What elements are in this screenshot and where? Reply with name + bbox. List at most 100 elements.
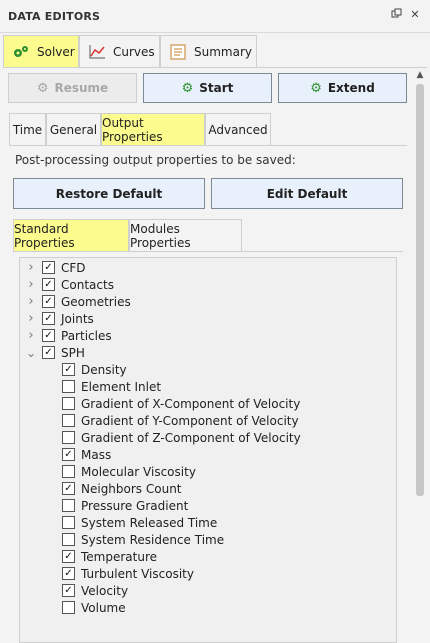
checkbox[interactable] [62, 397, 75, 410]
restore-default-label: Restore Default [55, 186, 163, 201]
tree-group-row[interactable]: ⌄ ✓ SPH [24, 344, 85, 361]
checkbox[interactable]: ✓ [42, 346, 55, 359]
tab-curves-label: Curves [113, 45, 155, 59]
tree-child-row[interactable]: ✓ Density [62, 361, 127, 378]
tree-child-label: Element Inlet [81, 379, 162, 394]
tree-child-row[interactable]: Pressure Gradient [62, 497, 188, 514]
checkbox[interactable] [62, 414, 75, 427]
description-text: Post-processing output properties to be … [15, 153, 296, 167]
edit-default-button[interactable]: Edit Default [211, 178, 403, 209]
tree-group-row[interactable]: › ✓ Contacts [24, 276, 114, 293]
tree-group-row[interactable]: › ✓ Joints [24, 310, 94, 327]
tab-curves[interactable]: Curves [79, 35, 160, 68]
tree-group-label: Joints [61, 311, 94, 326]
tab-time[interactable]: Time [9, 113, 46, 145]
tree-child-row[interactable]: ✓ Temperature [62, 548, 157, 565]
gears-icon [12, 44, 30, 60]
resume-label: Resume [54, 81, 109, 95]
tab-standard-properties-label: Standard Properties [14, 221, 75, 250]
tab-general[interactable]: General [46, 113, 101, 145]
checkbox[interactable]: ✓ [62, 363, 75, 376]
panel-title: DATA EDITORS [8, 10, 101, 23]
tab-advanced-label: Advanced [208, 122, 268, 137]
tree-group-row[interactable]: › ✓ Geometries [24, 293, 130, 310]
checkbox[interactable]: ✓ [62, 482, 75, 495]
tree-child-row[interactable]: Element Inlet [62, 378, 161, 395]
tab-solver-label: Solver [37, 45, 75, 59]
tree-child-row[interactable]: ✓ Mass [62, 446, 111, 463]
checkbox[interactable]: ✓ [62, 567, 75, 580]
start-icon: ⚙ [181, 80, 194, 96]
gears-icon: ⚙ [36, 80, 49, 96]
chevron-right-icon[interactable]: › [24, 294, 38, 309]
checkbox[interactable] [62, 465, 75, 478]
checkbox[interactable]: ✓ [42, 329, 55, 342]
tree-group-label: Contacts [61, 277, 114, 292]
tree-group-row[interactable]: › ✓ Particles [24, 327, 111, 344]
checkbox[interactable] [62, 431, 75, 444]
scroll-up-icon[interactable]: ▲ [415, 70, 425, 80]
start-label: Start [199, 81, 234, 95]
tree-child-label: Neighbors Count [81, 481, 182, 496]
restore-default-button[interactable]: Restore Default [13, 178, 205, 209]
checkbox[interactable]: ✓ [42, 261, 55, 274]
scroll-thumb[interactable] [416, 84, 424, 496]
checkbox[interactable]: ✓ [42, 295, 55, 308]
tree-child-label: Gradient of X-Component of Velocity [81, 396, 301, 411]
tab-summary[interactable]: Summary [160, 35, 257, 68]
chevron-right-icon[interactable]: › [24, 260, 38, 275]
tree-child-label: Volume [81, 600, 126, 615]
checkbox[interactable] [62, 380, 75, 393]
checkbox[interactable] [62, 516, 75, 529]
checkbox[interactable]: ✓ [62, 584, 75, 597]
checkbox[interactable] [62, 533, 75, 546]
summary-icon [169, 44, 187, 60]
tree-child-label: Velocity [81, 583, 129, 598]
float-window-icon[interactable] [389, 8, 403, 22]
checkbox[interactable]: ✓ [42, 312, 55, 325]
chevron-right-icon[interactable]: › [24, 277, 38, 292]
tree-child-label: Pressure Gradient [81, 498, 189, 513]
checkbox[interactable]: ✓ [62, 550, 75, 563]
chevron-right-icon[interactable]: › [24, 328, 38, 343]
vertical-scrollbar[interactable]: ▲ [413, 70, 427, 643]
tab-modules-properties[interactable]: Modules Properties [129, 219, 242, 251]
prop-tabs-divider [13, 251, 403, 252]
tree-child-label: Temperature [81, 549, 158, 564]
chevron-right-icon[interactable]: › [24, 311, 38, 326]
tab-time-label: Time [12, 122, 43, 137]
tab-general-label: General [49, 122, 98, 137]
extend-button[interactable]: ⚙ Extend [278, 73, 407, 103]
tab-standard-properties[interactable]: Standard Properties [13, 219, 129, 251]
tree-child-row[interactable]: Gradient of Y-Component of Velocity [62, 412, 299, 429]
tab-solver[interactable]: Solver [3, 35, 79, 68]
tree-child-row[interactable]: System Released Time [62, 514, 217, 531]
tab-summary-label: Summary [194, 45, 252, 59]
tree-child-label: System Residence Time [81, 532, 225, 547]
close-icon[interactable]: ✕ [408, 8, 422, 22]
checkbox[interactable] [62, 601, 75, 614]
sub-tabs-divider [9, 145, 407, 146]
chevron-down-icon[interactable]: ⌄ [24, 346, 38, 360]
tree-child-row[interactable]: Volume [62, 599, 126, 616]
tab-modules-properties-label: Modules Properties [130, 221, 191, 250]
tree-child-row[interactable]: Molecular Viscosity [62, 463, 196, 480]
checkbox[interactable] [62, 499, 75, 512]
tree-group-label: SPH [61, 345, 85, 360]
tree-child-row[interactable]: System Residence Time [62, 531, 224, 548]
tree-child-row[interactable]: Gradient of Z-Component of Velocity [62, 429, 301, 446]
checkbox[interactable]: ✓ [62, 448, 75, 461]
tree-group-row[interactable]: › ✓ CFD [24, 259, 85, 276]
tree-child-row[interactable]: Gradient of X-Component of Velocity [62, 395, 300, 412]
tree-child-label: Density [81, 362, 127, 377]
panel-header: DATA EDITORS ✕ [0, 0, 430, 33]
properties-tree: › ✓ CFD › ✓ Contacts › ✓ Geometries › ✓ Joints › ✓ Par… [19, 257, 397, 643]
resume-button[interactable]: ⚙ Resume [8, 73, 137, 103]
checkbox[interactable]: ✓ [42, 278, 55, 291]
tree-child-row[interactable]: ✓ Neighbors Count [62, 480, 182, 497]
tab-advanced[interactable]: Advanced [205, 113, 271, 145]
tree-child-row[interactable]: ✓ Velocity [62, 582, 128, 599]
start-button[interactable]: ⚙ Start [143, 73, 272, 103]
tab-output-properties[interactable]: Output Properties [101, 113, 205, 145]
tree-child-row[interactable]: ✓ Turbulent Viscosity [62, 565, 194, 582]
